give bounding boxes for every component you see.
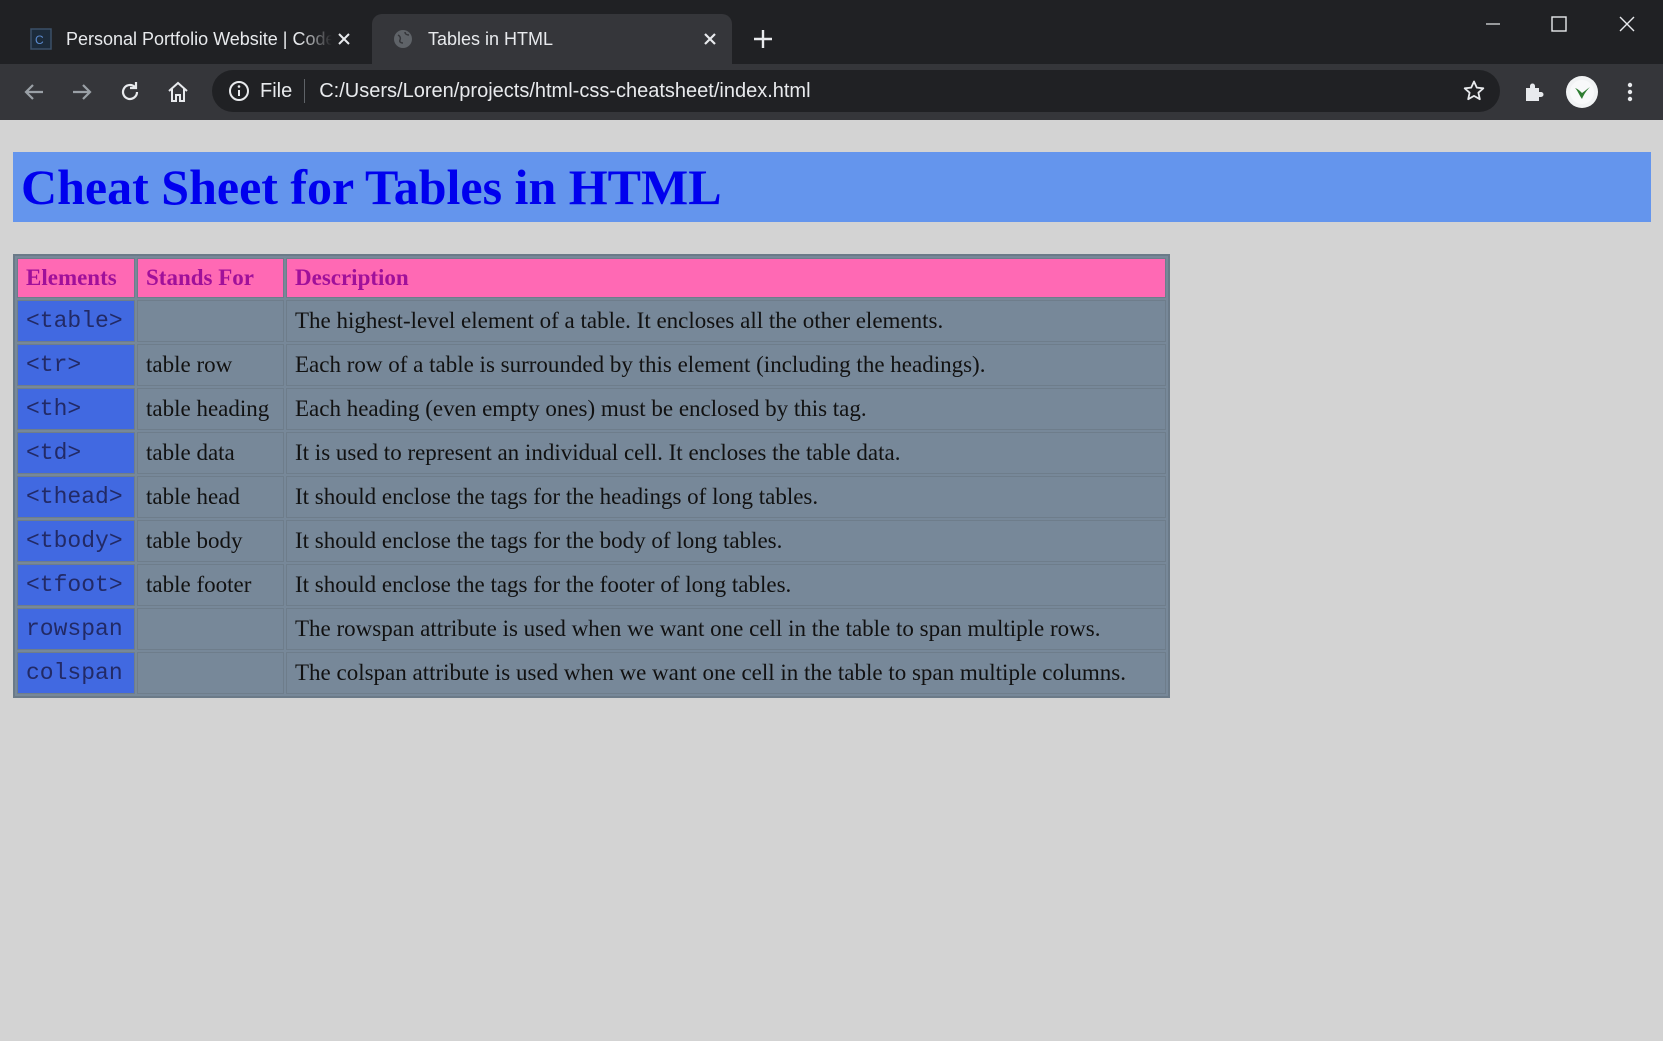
back-arrow-icon[interactable] [18, 76, 50, 108]
page-title: Cheat Sheet for Tables in HTML [13, 152, 1651, 222]
maximize-icon[interactable] [1534, 6, 1584, 42]
globe-icon [392, 28, 414, 50]
avatar[interactable] [1566, 76, 1598, 108]
stands-for-cell: table data [137, 432, 284, 474]
plus-icon[interactable] [748, 24, 778, 54]
header-elements: Elements [17, 258, 135, 298]
codecademy-favicon: C [30, 28, 52, 50]
window-close-icon[interactable] [1602, 6, 1652, 42]
forward-arrow-icon[interactable] [66, 76, 98, 108]
url-text[interactable]: C:/Users/Loren/projects/html-css-cheatsh… [319, 80, 810, 103]
star-icon[interactable] [1462, 79, 1486, 103]
home-icon[interactable] [162, 76, 194, 108]
menu-dots-icon[interactable] [1614, 76, 1646, 108]
stands-for-cell [137, 608, 284, 650]
stands-for-cell: table body [137, 520, 284, 562]
stands-for-cell [137, 652, 284, 694]
element-cell: colspan [17, 652, 135, 694]
cheat-sheet-table: Elements Stands For Description <table> … [13, 254, 1170, 698]
address-bar[interactable]: File C:/Users/Loren/projects/html-css-ch… [212, 70, 1500, 112]
description-cell: The rowspan attribute is used when we wa… [286, 608, 1166, 650]
description-cell: It should enclose the tags for the body … [286, 520, 1166, 562]
table-row: rowspan The rowspan attribute is used wh… [17, 608, 1166, 650]
table-row: colspan The colspan attribute is used wh… [17, 652, 1166, 694]
tab-personal-portfolio[interactable]: C Personal Portfolio Website | Codecadem… [12, 14, 366, 64]
element-cell: <tfoot> [17, 564, 135, 606]
browser-titlebar: C Personal Portfolio Website | Codecadem… [0, 0, 1663, 64]
stands-for-cell: table footer [137, 564, 284, 606]
table-row: <th> table heading Each heading (even em… [17, 388, 1166, 430]
description-cell: The colspan attribute is used when we wa… [286, 652, 1166, 694]
close-icon[interactable] [332, 27, 356, 51]
header-stands-for: Stands For [137, 258, 284, 298]
description-cell: Each heading (even empty ones) must be e… [286, 388, 1166, 430]
tab-title: Tables in HTML [428, 28, 554, 49]
description-cell: Each row of a table is surrounded by thi… [286, 344, 1166, 386]
element-cell: <td> [17, 432, 135, 474]
header-description: Description [286, 258, 1166, 298]
element-cell: rowspan [17, 608, 135, 650]
table-row: <tbody> table body It should enclose the… [17, 520, 1166, 562]
description-cell: It should enclose the tags for the headi… [286, 476, 1166, 518]
stands-for-cell: table heading [137, 388, 284, 430]
table-row: <tr> table row Each row of a table is su… [17, 344, 1166, 386]
tab-title: Personal Portfolio Website | Codecademy [66, 28, 332, 49]
element-cell: <tbody> [17, 520, 135, 562]
reload-icon[interactable] [114, 76, 146, 108]
element-cell: <table> [17, 300, 135, 342]
minimize-icon[interactable] [1468, 6, 1518, 42]
info-icon[interactable] [228, 80, 250, 102]
table-header-row: Elements Stands For Description [17, 258, 1166, 298]
extensions-icon[interactable] [1518, 76, 1550, 108]
element-cell: <tr> [17, 344, 135, 386]
svg-text:C: C [35, 33, 44, 47]
tab-tables-in-html[interactable]: Tables in HTML [372, 14, 732, 64]
stands-for-cell: table head [137, 476, 284, 518]
divider [304, 79, 306, 103]
description-cell: The highest-level element of a table. It… [286, 300, 1166, 342]
page-content: Cheat Sheet for Tables in HTML Elements … [0, 120, 1663, 1041]
table-row: <table> The highest-level element of a t… [17, 300, 1166, 342]
description-cell: It is used to represent an individual ce… [286, 432, 1166, 474]
browser-toolbar: File C:/Users/Loren/projects/html-css-ch… [0, 64, 1663, 120]
stands-for-cell: table row [137, 344, 284, 386]
security-label: File [260, 79, 293, 102]
stands-for-cell [137, 300, 284, 342]
table-row: <tfoot> table footer It should enclose t… [17, 564, 1166, 606]
description-cell: It should enclose the tags for the foote… [286, 564, 1166, 606]
element-cell: <thead> [17, 476, 135, 518]
table-row: <td> table data It is used to represent … [17, 432, 1166, 474]
close-icon[interactable] [698, 27, 722, 51]
element-cell: <th> [17, 388, 135, 430]
table-row: <thead> table head It should enclose the… [17, 476, 1166, 518]
